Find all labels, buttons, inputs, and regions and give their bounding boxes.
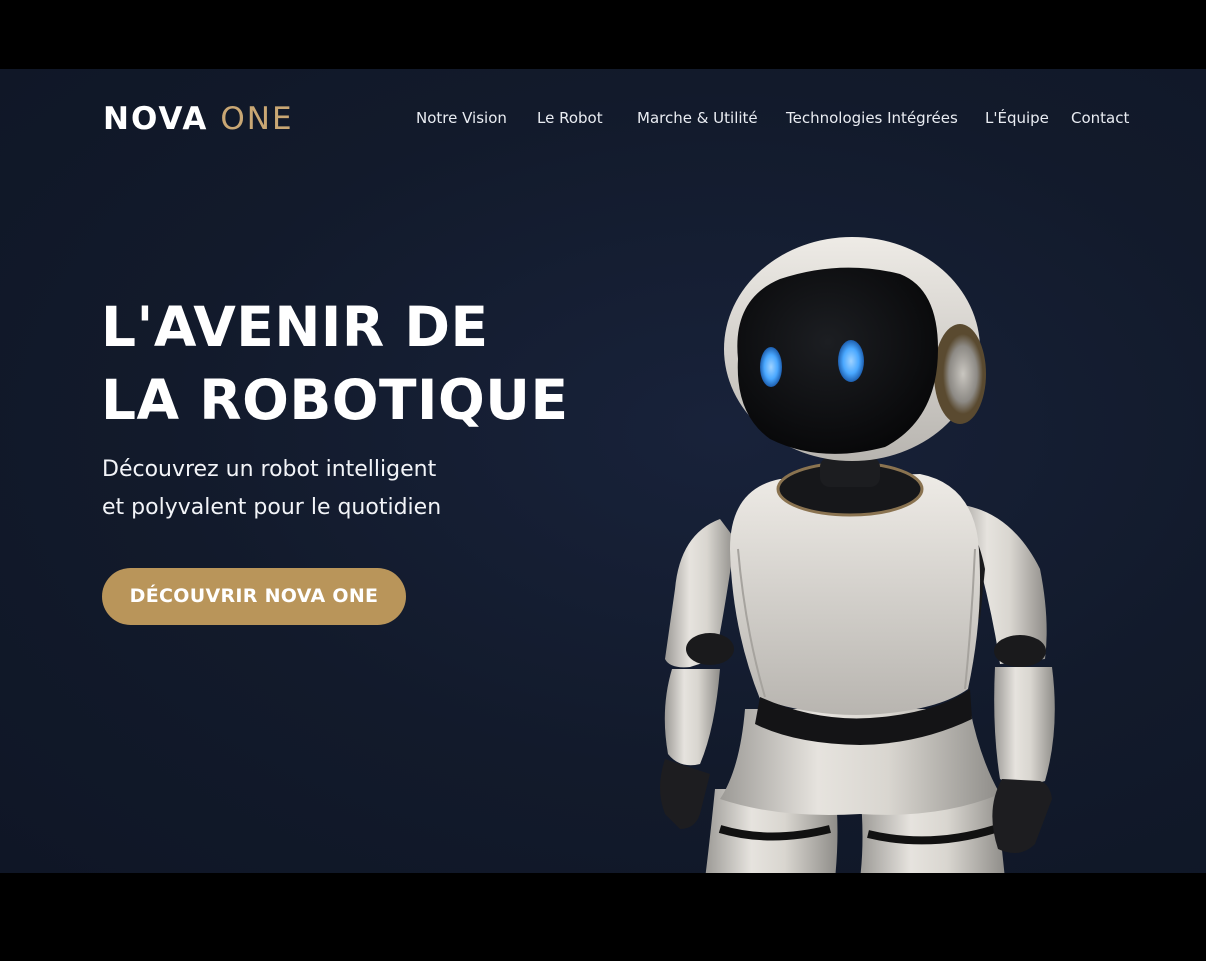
nav-contact[interactable]: Contact xyxy=(1071,107,1129,129)
hero-section: NOVA ONE Notre Vision Le Robot Marche & U… xyxy=(0,69,1206,873)
discover-nova-one-button[interactable]: DÉCOUVRIR NOVA ONE xyxy=(102,568,406,625)
robot-right-eye xyxy=(838,340,864,382)
robot-illustration xyxy=(660,237,1055,873)
nav-le-robot[interactable]: Le Robot xyxy=(537,107,603,129)
hero-title-line1: L'AVENIR DE xyxy=(101,295,489,359)
nav-notre-vision[interactable]: Notre Vision xyxy=(416,107,507,129)
hero-subtitle: Découvrez un robot intelligent et polyva… xyxy=(102,451,441,527)
robot-left-eye xyxy=(760,347,782,387)
hero-title-line2: LA ROBOTIQUE xyxy=(101,368,569,432)
hero-subtitle-line1: Découvrez un robot intelligent xyxy=(102,457,437,482)
nav-marche-utilite[interactable]: Marche & Utilité xyxy=(637,107,758,129)
nav-technologies[interactable]: Technologies Intégrées xyxy=(786,107,958,129)
main-nav: Notre Vision Le Robot Marche & Utilité T… xyxy=(0,107,1206,129)
hero-title: L'AVENIR DE LA ROBOTIQUE xyxy=(101,291,569,437)
nav-equipe[interactable]: L'Équipe xyxy=(985,107,1049,129)
hero-subtitle-line2: et polyvalent pour le quotidien xyxy=(102,495,442,520)
